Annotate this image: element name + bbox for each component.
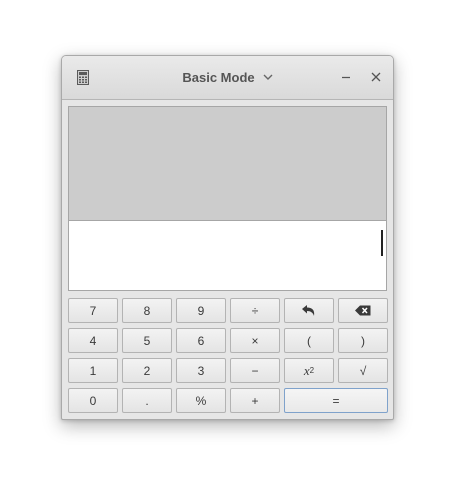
backspace-icon — [355, 305, 371, 316]
minimize-button[interactable] — [338, 69, 354, 85]
mode-menu-button[interactable]: Basic Mode — [182, 70, 273, 85]
key-9[interactable]: 9 — [176, 298, 226, 323]
history-display — [68, 106, 387, 220]
entry-field[interactable] — [68, 220, 387, 291]
key-3[interactable]: 3 — [176, 358, 226, 383]
key-divide[interactable]: ÷ — [230, 298, 280, 323]
key-multiply[interactable]: × — [230, 328, 280, 353]
key-5[interactable]: 5 — [122, 328, 172, 353]
key-decimal[interactable]: . — [122, 388, 172, 413]
key-close-paren[interactable]: ) — [338, 328, 388, 353]
key-subtract[interactable]: − — [230, 358, 280, 383]
close-button[interactable] — [368, 69, 384, 85]
key-1[interactable]: 1 — [68, 358, 118, 383]
titlebar: Basic Mode — [62, 56, 393, 100]
key-sqrt[interactable]: √ — [338, 358, 388, 383]
key-8[interactable]: 8 — [122, 298, 172, 323]
key-0[interactable]: 0 — [68, 388, 118, 413]
square-exponent: 2 — [309, 366, 315, 375]
key-add[interactable]: + — [230, 388, 280, 413]
close-icon — [371, 72, 381, 82]
backspace-button[interactable] — [338, 298, 388, 323]
text-cursor — [381, 230, 383, 256]
key-open-paren[interactable]: ( — [284, 328, 334, 353]
calculator-window: Basic Mode 7 8 9 ÷ 4 5 6 × () 1 2 3 − x… — [61, 55, 394, 420]
key-6[interactable]: 6 — [176, 328, 226, 353]
calculator-icon — [77, 70, 89, 85]
key-2[interactable]: 2 — [122, 358, 172, 383]
undo-icon — [302, 304, 315, 316]
key-square[interactable]: x2 — [284, 358, 334, 383]
minimize-icon — [342, 76, 350, 79]
key-equals[interactable]: = — [284, 388, 388, 413]
key-percent[interactable]: % — [176, 388, 226, 413]
window-title: Basic Mode — [182, 70, 255, 85]
undo-button[interactable] — [284, 298, 334, 323]
key-4[interactable]: 4 — [68, 328, 118, 353]
chevron-down-icon — [263, 74, 273, 80]
key-7[interactable]: 7 — [68, 298, 118, 323]
